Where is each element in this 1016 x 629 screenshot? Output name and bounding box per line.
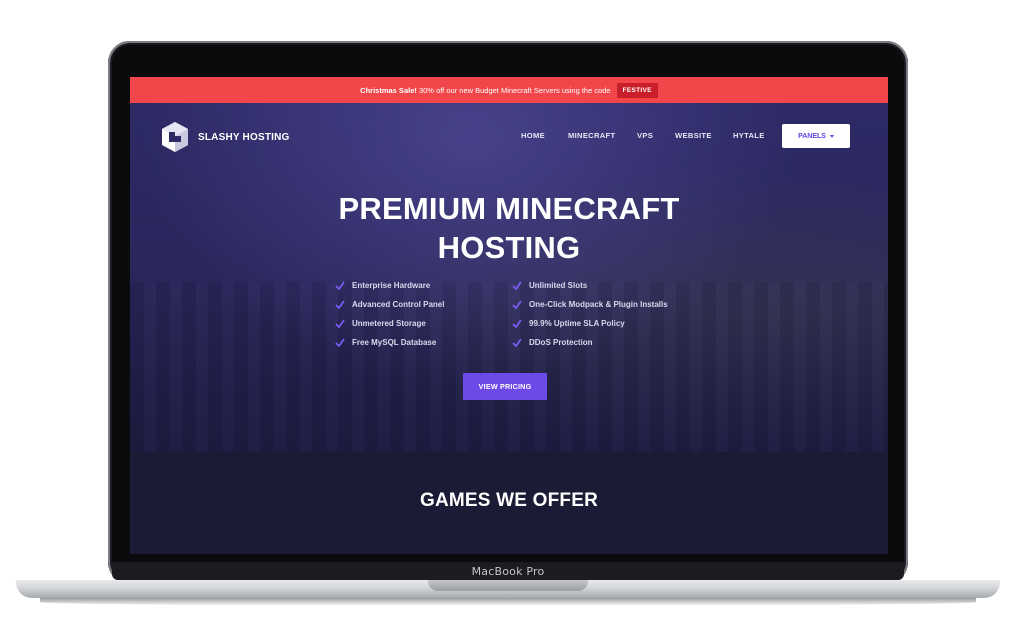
sale-heading: Christmas Sale! (360, 85, 417, 95)
cube-logo-icon (162, 122, 188, 152)
games-heading: GAMES WE OFFER (419, 490, 599, 511)
feature-label: 99.9% Uptime SLA Policy (529, 319, 625, 328)
nav-home[interactable]: HOME (521, 131, 545, 140)
feature-label: DDoS Protection (529, 338, 593, 347)
laptop-shadow (40, 598, 976, 606)
hero-title: PREMIUM MINECRAFT HOSTING (130, 189, 888, 267)
check-icon (512, 300, 522, 309)
feature-item: Advanced Control Panel (335, 300, 444, 309)
panels-dropdown-button[interactable]: PANELS (782, 124, 850, 148)
feature-label: Advanced Control Panel (352, 300, 445, 309)
feature-label: Unmetered Storage (352, 319, 426, 328)
feature-item: Unmetered Storage (335, 319, 426, 328)
check-icon (512, 319, 522, 328)
laptop-notch (428, 580, 588, 591)
sale-banner: Christmas Sale! 30% off our new Budget M… (130, 77, 888, 103)
feature-item: Enterprise Hardware (335, 281, 430, 290)
feature-item: Unlimited Slots (512, 281, 587, 290)
check-icon (335, 300, 345, 309)
nav-hytale[interactable]: HYTALE (733, 131, 765, 140)
caret-down-icon (829, 134, 834, 138)
check-icon (512, 281, 522, 290)
nav-website[interactable]: WEBSITE (675, 131, 712, 140)
nav-minecraft[interactable]: MINECRAFT (568, 131, 615, 140)
promo-code-badge: FESTIVE (616, 82, 658, 98)
games-section: GAMES WE OFFER (130, 452, 888, 554)
feature-item: 99.9% Uptime SLA Policy (512, 319, 625, 328)
view-pricing-button[interactable]: VIEW PRICING (463, 373, 547, 400)
hero-section: SLASHY HOSTING HOME MINECRAFT VPS WEBSIT… (130, 103, 888, 452)
feature-label: Free MySQL Database (352, 338, 437, 347)
brand-name: SLASHY HOSTING (198, 131, 290, 143)
feature-label: Unlimited Slots (529, 281, 588, 290)
nav-vps[interactable]: VPS (637, 131, 653, 140)
hero-background (130, 282, 888, 452)
device-label: MacBook Pro (471, 565, 545, 578)
hero-title-line-2: HOSTING (437, 230, 581, 265)
check-icon (512, 338, 522, 347)
feature-label: Enterprise Hardware (352, 281, 431, 290)
check-icon (335, 338, 345, 347)
hero-title-line-1: PREMIUM MINECRAFT (338, 191, 680, 226)
feature-label: One-Click Modpack & Plugin Installs (529, 300, 668, 309)
panels-label: PANELS (798, 132, 826, 140)
browser-screen: Christmas Sale! 30% off our new Budget M… (130, 77, 888, 554)
sale-text: 30% off our new Budget Minecraft Servers… (418, 85, 611, 95)
laptop-chin: MacBook Pro (112, 562, 904, 580)
site-logo[interactable]: SLASHY HOSTING (160, 121, 290, 153)
feature-item: Free MySQL Database (335, 338, 436, 347)
check-icon (335, 281, 345, 290)
check-icon (335, 319, 345, 328)
feature-item: DDoS Protection (512, 338, 593, 347)
feature-item: One-Click Modpack & Plugin Installs (512, 300, 668, 309)
